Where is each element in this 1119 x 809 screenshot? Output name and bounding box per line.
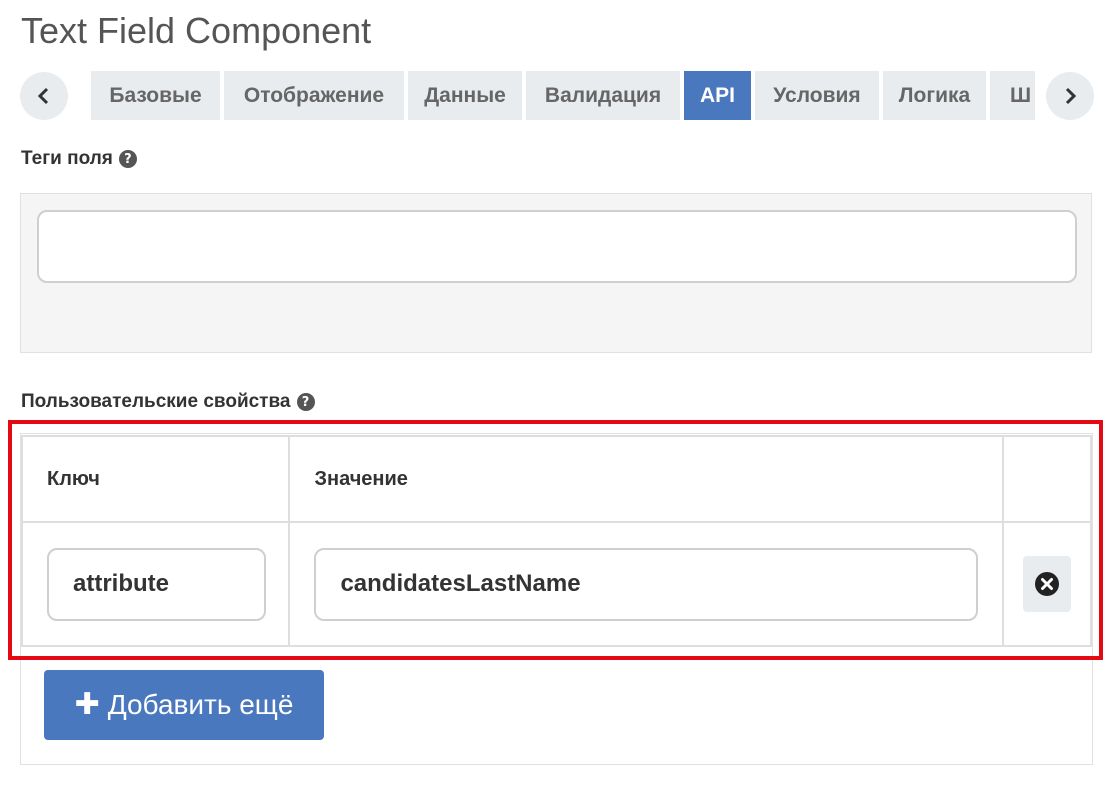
chevron-left-icon [37, 87, 49, 105]
add-more-label: Добавить ещё [107, 689, 294, 720]
tab-validation[interactable]: Валидация [526, 71, 680, 120]
tab-basic[interactable]: Базовые [91, 71, 220, 120]
custom-props-table: Ключ Значение [20, 435, 1093, 647]
tags-label-row: Теги поля ? [21, 148, 137, 170]
value-cell [288, 521, 1004, 647]
tags-input[interactable] [37, 210, 1077, 283]
tab-bar: Базовые Отображение Данные Валидация API… [91, 71, 1035, 120]
tab-api[interactable]: API [684, 71, 751, 120]
question-circle-icon[interactable]: ? [118, 150, 137, 168]
tabs-next-button[interactable] [1046, 72, 1094, 120]
tab-data[interactable]: Данные [408, 71, 522, 120]
remove-row-button[interactable] [1022, 556, 1071, 612]
tab-display[interactable]: Отображение [224, 71, 404, 120]
key-cell [20, 521, 291, 647]
table-header-row: Ключ Значение [20, 435, 1093, 523]
tab-logic[interactable]: Логика [883, 71, 986, 120]
custom-props-label: Пользовательские свойства [21, 391, 291, 412]
tags-container [20, 193, 1092, 353]
tabs-prev-button[interactable] [20, 72, 68, 120]
custom-props-label-row: Пользовательские свойства ? [21, 391, 315, 413]
add-more-button[interactable]: ✚ Добавить ещё [44, 670, 324, 740]
column-header-actions [1001, 435, 1093, 523]
tags-label: Теги поля [21, 148, 113, 169]
remove-circle-icon [1034, 572, 1059, 596]
table-row [20, 521, 1093, 647]
question-circle-icon[interactable]: ? [296, 393, 315, 411]
tab-truncated[interactable]: Ш [990, 71, 1035, 120]
key-input[interactable] [47, 547, 266, 621]
tab-conditions[interactable]: Условия [755, 71, 879, 120]
actions-cell [1001, 521, 1093, 647]
column-header-key: Ключ [20, 435, 291, 523]
value-input[interactable] [314, 547, 979, 621]
column-header-value: Значение [288, 435, 1004, 523]
page-title: Text Field Component [21, 10, 372, 51]
chevron-right-icon [1065, 87, 1077, 105]
plus-icon: ✚ [74, 688, 100, 721]
